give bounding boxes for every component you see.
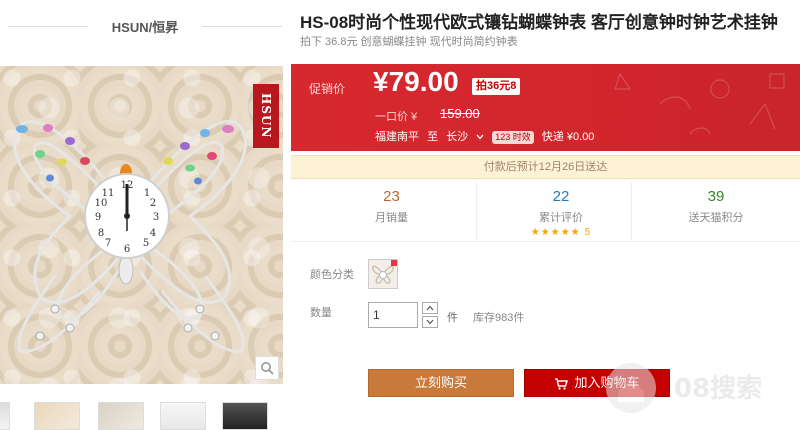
thumbnail[interactable] — [0, 402, 10, 430]
stat-tmall-points: 39 送天猫积分 — [631, 182, 800, 242]
ship-from: 福建南平 — [375, 131, 419, 143]
price-panel: 促销价 ¥79.00 拍36元8 一口价 ¥ 159.00 福建南平 至 长沙 … — [291, 64, 800, 151]
original-price-label: 一口价 ¥ — [375, 111, 418, 123]
color-swatch[interactable] — [368, 259, 398, 289]
zoom-button[interactable] — [255, 356, 279, 380]
thumbnail[interactable] — [160, 402, 206, 430]
svg-text:11: 11 — [102, 188, 115, 199]
svg-text:4: 4 — [150, 228, 156, 239]
current-price: ¥79.00 — [373, 66, 459, 97]
subtitle-text: 拍下 36.8元 创意蝴蝶挂钟 现代时尚简约钟表 — [300, 36, 518, 48]
svg-text:10: 10 — [95, 198, 108, 209]
stat-monthly-sales: 23 月销量 — [375, 188, 408, 224]
chevron-down-icon — [426, 319, 434, 325]
quantity-label: 数量 — [310, 307, 332, 319]
product-subtitle: 拍下 36.8元 创意蝴蝶挂钟 现代时尚简约钟表 — [300, 33, 518, 49]
chevron-down-icon — [476, 134, 484, 140]
product-title: HS-08时尚个性现代欧式镶钻蝴蝶钟表 客厅创意钟时钟艺术挂钟 — [300, 13, 778, 32]
quantity-decrease[interactable] — [422, 316, 438, 328]
delivery-notice: 付款后预计12月26日送达 — [291, 155, 800, 179]
promo-price-label: 促销价 — [309, 82, 346, 96]
stock-count: 库存983件 — [473, 312, 525, 324]
original-price: 159.00 — [440, 106, 480, 121]
chevron-up-icon — [426, 305, 434, 311]
stat-reviews[interactable]: 22 累计评价 ★★★★★ 5 — [476, 182, 645, 242]
svg-text:2: 2 — [150, 198, 156, 209]
thumbnail-strip — [0, 402, 290, 430]
thumbnail[interactable] — [34, 402, 80, 430]
svg-text:3: 3 — [153, 212, 159, 223]
watermark: 08搜索 — [596, 358, 796, 418]
cart-icon — [555, 377, 569, 390]
ship-to-dropdown[interactable]: 长沙 — [446, 131, 487, 143]
watermark-logo-icon — [606, 363, 656, 413]
brand-bar: HSUN/恒昇 — [0, 0, 290, 52]
quantity-increase[interactable] — [422, 302, 438, 314]
decorative-pattern — [614, 72, 785, 135]
product-main-image[interactable]: 123 69 12 45 78 1011 HSUN — [0, 66, 283, 384]
rating-stars: ★★★★★ 5 — [530, 227, 592, 238]
delivery-fee: 快递 ¥0.00 — [541, 131, 595, 143]
quantity-input[interactable]: 1 — [368, 302, 418, 328]
svg-text:6: 6 — [124, 244, 130, 255]
buy-now-button[interactable]: 立刻购买 — [368, 369, 514, 397]
brand-name[interactable]: HSUN/恒昇 — [0, 17, 290, 36]
svg-text:7: 7 — [105, 238, 111, 249]
thumbnail[interactable] — [98, 402, 144, 430]
svg-text:5: 5 — [143, 238, 149, 249]
thumbnail[interactable] — [222, 402, 268, 430]
magnifier-icon — [261, 362, 274, 375]
quantity-unit: 件 — [447, 312, 458, 324]
color-option-label: 颜色分类 — [310, 269, 354, 281]
shipping-row: 福建南平 至 长沙 123 时效 快递 ¥0.00 — [375, 128, 599, 144]
svg-text:9: 9 — [95, 212, 101, 223]
svg-text:8: 8 — [98, 228, 104, 239]
brand-tag: HSUN — [253, 84, 279, 148]
selected-marker — [391, 260, 397, 266]
ship-to-label: 至 — [427, 131, 439, 143]
product-page: HSUN/恒昇 3 6 9 1 2 4 5 7 8 10 11 HSUN HS-… — [0, 0, 800, 430]
discount-badge: 拍36元8 — [472, 78, 521, 95]
delivery-days-badge: 123 时效 — [492, 131, 534, 144]
watermark-text: 08搜索 — [674, 374, 763, 404]
stats-row: 23 月销量 22 累计评价 ★★★★★ 5 39 送天猫积分 — [291, 182, 800, 242]
butterfly-clock-image: 123 69 12 45 78 1011 — [13, 119, 247, 353]
